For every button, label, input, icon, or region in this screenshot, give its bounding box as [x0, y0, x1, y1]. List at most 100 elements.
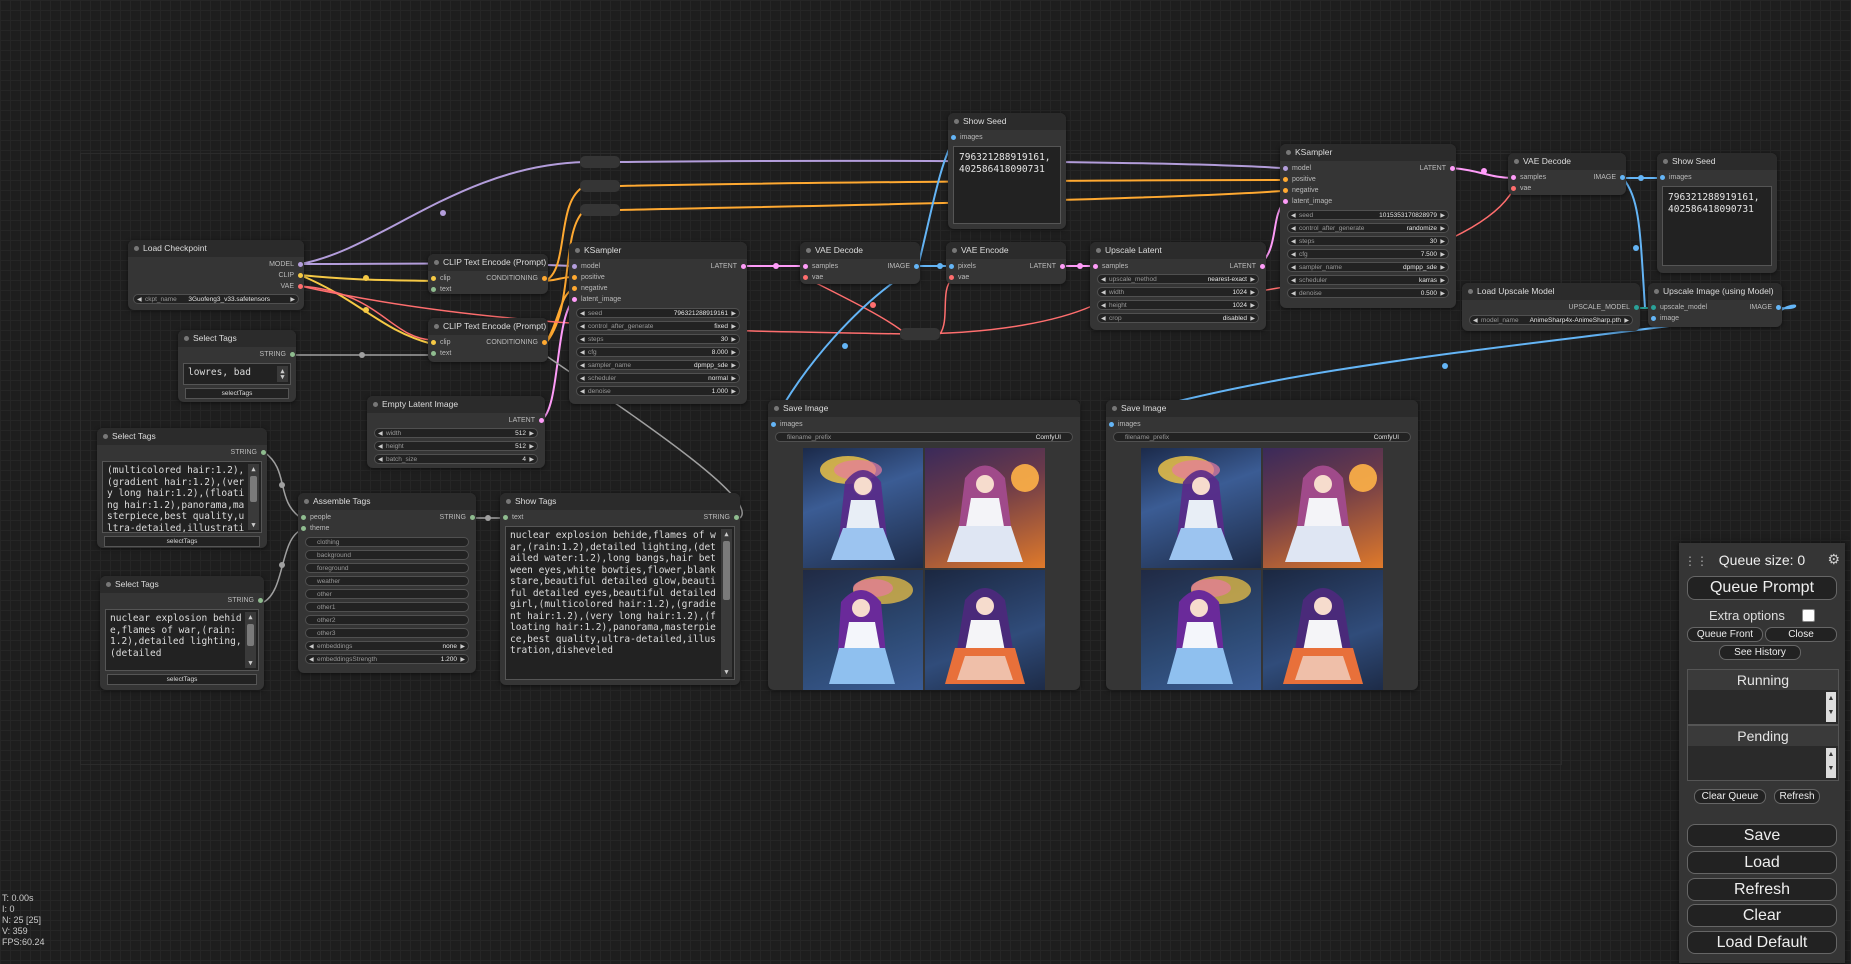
cfg-widget[interactable]: ◀ cfg 8.000 ▶ — [576, 347, 740, 357]
refresh-queue-button[interactable]: Refresh — [1774, 789, 1820, 804]
scroll-thumb[interactable] — [250, 476, 257, 503]
close-button[interactable]: Close — [1765, 627, 1837, 642]
output-latent[interactable]: LATENT — [1230, 261, 1266, 272]
node-vae-decode-2[interactable]: VAE Decode samples vae IMAGE — [1508, 153, 1626, 195]
scroll-up-icon[interactable]: ▲ — [721, 529, 732, 539]
load-button[interactable]: Load — [1687, 851, 1837, 874]
clear-queue-button[interactable]: Clear Queue — [1694, 789, 1766, 804]
input-model[interactable]: model — [571, 261, 600, 272]
running-scrollbar[interactable]: ▲ ▼ — [1826, 692, 1836, 722]
textarea-scrollbar[interactable]: ▲ ▼ — [721, 529, 732, 677]
node-vae-encode[interactable]: VAE Encode pixels vae LATENT — [946, 242, 1066, 284]
other1-field[interactable]: other1 — [305, 602, 469, 612]
height-widget[interactable]: ◀ height 512 ▶ — [374, 441, 538, 451]
node-load-checkpoint[interactable]: Load Checkpoint MODEL CLIP VAE ◀ ckpt_na… — [128, 240, 304, 310]
clothing-field[interactable]: clothing — [305, 537, 469, 547]
input-latent-image[interactable]: latent_image — [571, 294, 621, 305]
node-clip-text-encode-2[interactable]: CLIP Text Encode (Prompt) clip text COND… — [428, 318, 548, 362]
other2-field[interactable]: other2 — [305, 615, 469, 625]
output-image-thumbnail[interactable] — [1141, 448, 1261, 568]
node-load-upscale-model[interactable]: Load Upscale Model UPSCALE_MODEL ◀ model_… — [1462, 283, 1640, 331]
tags-textarea[interactable]: lowres, bad ▲ ▼ — [183, 363, 291, 385]
load-default-button[interactable]: Load Default — [1687, 931, 1837, 954]
batch-size-widget[interactable]: ◀ batch_size 4 ▶ — [374, 454, 538, 464]
output-image[interactable]: IMAGE — [1749, 302, 1782, 313]
output-image-thumbnail[interactable] — [1263, 448, 1383, 568]
input-samples[interactable]: samples — [802, 261, 838, 272]
node-title[interactable]: CLIP Text Encode (Prompt) — [428, 318, 548, 335]
ckpt-name-combo[interactable]: ◀ ckpt_name 3Guofeng3_v33.safetensors ▶ — [133, 294, 299, 304]
reroute-node-negative[interactable] — [580, 204, 620, 216]
output-image-thumbnail[interactable] — [1141, 570, 1261, 690]
node-title[interactable]: Save Image — [768, 400, 1080, 417]
output-image-thumbnail[interactable] — [1263, 570, 1383, 690]
node-select-tags-3[interactable]: Select Tags STRING nuclear explosion beh… — [100, 576, 264, 690]
input-text[interactable]: text — [430, 284, 451, 295]
output-image-thumbnail[interactable] — [803, 448, 923, 568]
input-text[interactable]: text — [430, 348, 451, 359]
output-latent[interactable]: LATENT — [711, 261, 747, 272]
node-ksampler-2[interactable]: KSampler model positive negative latent_… — [1280, 144, 1456, 308]
output-upscale-model[interactable]: UPSCALE_MODEL — [1569, 302, 1640, 313]
embeddings-widget[interactable]: ◀ embeddings none ▶ — [305, 641, 469, 651]
input-vae[interactable]: vae — [1510, 183, 1531, 194]
scroll-down-icon[interactable]: ▼ — [277, 372, 288, 382]
node-title[interactable]: Select Tags — [178, 330, 296, 347]
scheduler-widget[interactable]: ◀ scheduler karras ▶ — [1287, 275, 1449, 285]
input-positive[interactable]: positive — [571, 272, 605, 283]
steps-widget[interactable]: ◀ steps 30 ▶ — [1287, 236, 1449, 246]
sampler-name-widget[interactable]: ◀ sampler_name dpmpp_sde ▶ — [576, 360, 740, 370]
output-clip[interactable]: CLIP — [278, 270, 304, 281]
input-vae[interactable]: vae — [802, 272, 823, 283]
scheduler-widget[interactable]: ◀ scheduler normal ▶ — [576, 373, 740, 383]
node-title[interactable]: Upscale Latent — [1090, 242, 1266, 259]
node-title[interactable]: Load Upscale Model — [1462, 283, 1640, 300]
input-images[interactable]: images — [950, 132, 983, 143]
seed-widget[interactable]: ◀ seed 796321288919161 ▶ — [576, 308, 740, 318]
node-clip-text-encode-1[interactable]: CLIP Text Encode (Prompt) clip text COND… — [428, 254, 548, 294]
output-string[interactable]: STRING — [228, 595, 264, 606]
input-clip[interactable]: clip — [430, 337, 451, 348]
foreground-field[interactable]: foreground — [305, 563, 469, 573]
refresh-button[interactable]: Refresh — [1687, 878, 1837, 901]
input-samples[interactable]: samples — [1510, 172, 1546, 183]
sampler-name-widget[interactable]: ◀ sampler_name dpmpp_sde ▶ — [1287, 262, 1449, 272]
node-title[interactable]: Empty Latent Image — [367, 396, 545, 413]
node-upscale-image[interactable]: Upscale Image (using Model) upscale_mode… — [1648, 283, 1782, 327]
seed-display[interactable]: 796321288919161, 402586418090731 — [1662, 186, 1772, 266]
node-select-tags-2[interactable]: Select Tags STRING (multicolored hair:1.… — [97, 428, 267, 548]
output-latent[interactable]: LATENT — [1420, 163, 1456, 174]
output-image-thumbnail[interactable] — [925, 570, 1045, 690]
save-button[interactable]: Save — [1687, 824, 1837, 847]
seed-display[interactable]: 796321288919161, 402586418090731 — [953, 146, 1061, 224]
other-field[interactable]: other — [305, 589, 469, 599]
show-tags-textarea[interactable]: nuclear explosion behide,flames of war,(… — [505, 526, 735, 680]
scroll-down-icon[interactable]: ▼ — [721, 667, 732, 677]
input-images[interactable]: images — [770, 419, 803, 430]
input-images[interactable]: images — [1659, 172, 1692, 183]
tags-textarea[interactable]: (multicolored hair:1.2),(gradient hair:1… — [102, 461, 262, 533]
scroll-down-icon[interactable]: ▼ — [248, 520, 259, 530]
arrow-left-icon[interactable]: ◀ — [137, 295, 142, 305]
pending-scrollbar[interactable]: ▲ ▼ — [1826, 748, 1836, 778]
scroll-up-icon[interactable]: ▲ — [245, 612, 256, 622]
output-string[interactable]: STRING — [440, 512, 476, 523]
node-upscale-latent[interactable]: Upscale Latent samples LATENT ◀ upscale_m… — [1090, 242, 1266, 330]
arrow-right-icon[interactable]: ▶ — [290, 295, 295, 305]
scroll-thumb[interactable] — [247, 624, 254, 647]
select-tags-button[interactable]: selectTags — [185, 388, 289, 399]
clear-button[interactable]: Clear — [1687, 904, 1837, 927]
node-title[interactable]: Load Checkpoint — [128, 240, 304, 257]
input-model[interactable]: model — [1282, 163, 1311, 174]
node-title[interactable]: Assemble Tags — [298, 493, 476, 510]
node-select-tags-1[interactable]: Select Tags STRING lowres, bad ▲ ▼ select… — [178, 330, 296, 402]
node-title[interactable]: Show Seed — [1657, 153, 1777, 170]
reroute-node-positive[interactable] — [580, 180, 620, 192]
see-history-button[interactable]: See History — [1719, 645, 1801, 660]
control-after-generate-widget[interactable]: ◀ control_after_generate randomize ▶ — [1287, 223, 1449, 233]
settings-gear-icon[interactable]: ⚙ — [1827, 551, 1840, 568]
output-image-thumbnail[interactable] — [803, 570, 923, 690]
textarea-scrollbar[interactable]: ▲ ▼ — [245, 612, 256, 668]
model-name-combo[interactable]: ◀ model_name AnimeSharp4x-AnimeSharp.pth ▶ — [1469, 315, 1633, 325]
output-conditioning[interactable]: CONDITIONING — [486, 273, 548, 284]
